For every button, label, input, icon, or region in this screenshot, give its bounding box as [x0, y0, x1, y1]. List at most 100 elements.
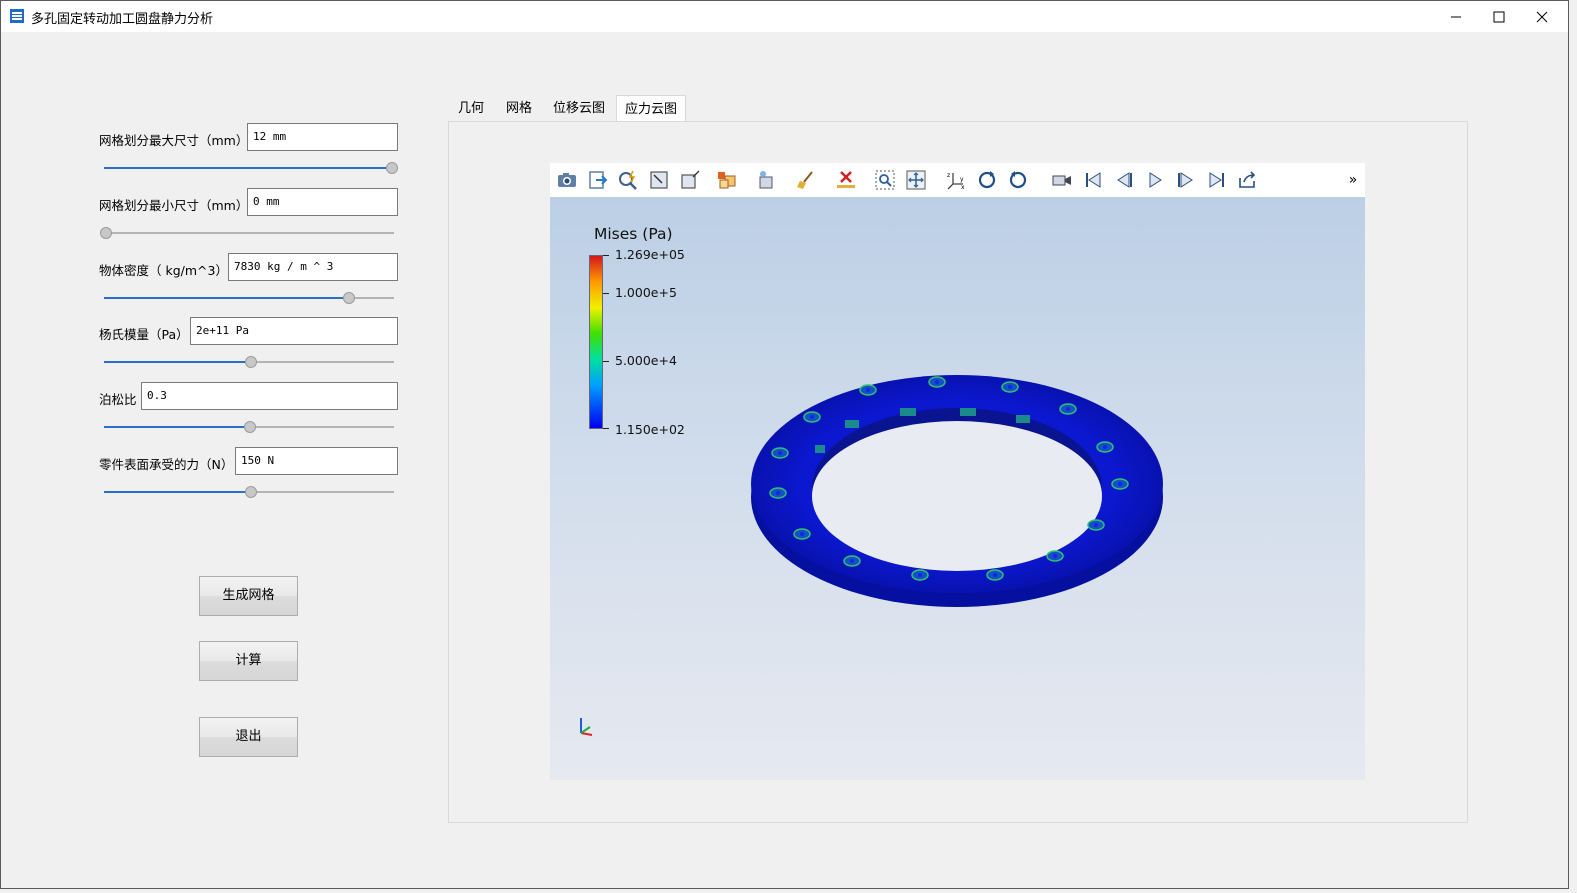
legend-tick [603, 255, 609, 256]
max-mesh-input[interactable]: 12 mm [247, 123, 398, 151]
zoom-box-button[interactable] [646, 168, 672, 192]
query-button[interactable] [615, 168, 641, 192]
slider-fill [104, 361, 250, 363]
query-icon [619, 170, 637, 190]
play-button[interactable] [1142, 168, 1168, 192]
force-input[interactable]: 150 N [235, 447, 398, 475]
force-label: 零件表面承受的力（N） [99, 457, 234, 472]
window-title: 多孔固定转动加工圆盘静力分析 [31, 12, 214, 27]
prev-frame-button[interactable] [1111, 168, 1137, 192]
slider-handle[interactable] [386, 162, 398, 174]
rotate-ccw-icon [978, 171, 996, 189]
axes-orientation-icon: z yx [947, 172, 965, 191]
legend-label-min: 1.150e+02 [615, 422, 685, 437]
max-mesh-slider[interactable] [104, 162, 398, 174]
viewer-toolbar: z yx » [550, 163, 1365, 197]
tab-mesh[interactable]: 网格 [501, 95, 537, 122]
app-window: 多孔固定转动加工圆盘静力分析 网格划分最大尺寸（mm） 12 mm 网格划分最小… [0, 0, 1569, 889]
camera-record-icon [1052, 175, 1071, 186]
minimize-icon [1451, 16, 1461, 17]
split-view-icon [718, 172, 736, 189]
legend-label-max: 1.269e+05 [615, 247, 685, 262]
slider-fill [104, 297, 348, 299]
legend-label-50k: 5.000e+4 [615, 353, 677, 368]
youngs-modulus-label: 杨氏模量（Pa） [99, 327, 189, 342]
title-bar[interactable]: 多孔固定转动加工圆盘静力分析 [1, 1, 1568, 32]
poisson-label: 泊松比 [99, 392, 137, 407]
play-icon [1149, 172, 1162, 188]
density-input[interactable]: 7830 kg / m ^ 3 [228, 253, 398, 281]
camera-button[interactable] [554, 168, 580, 192]
zoom-to-box-icon [875, 170, 895, 190]
representation-button[interactable] [753, 168, 779, 192]
slider-handle[interactable] [245, 486, 257, 498]
next-frame-button[interactable] [1173, 168, 1199, 192]
density-slider[interactable] [104, 292, 394, 304]
clear-icon [797, 171, 813, 189]
first-frame-button[interactable] [1080, 168, 1106, 192]
density-label: 物体密度（ kg/m^3） [99, 263, 228, 278]
maximize-button[interactable] [1476, 1, 1522, 32]
export-icon [589, 171, 608, 189]
tab-geometry[interactable]: 几何 [453, 95, 489, 122]
next-frame-icon [1178, 172, 1193, 188]
generate-mesh-button[interactable]: 生成网格 [199, 576, 298, 616]
close-button[interactable] [1519, 1, 1565, 32]
force-slider[interactable] [104, 486, 394, 498]
loop-icon [1239, 171, 1256, 188]
svg-text:x: x [961, 184, 965, 191]
slider-handle[interactable] [244, 421, 256, 433]
tab-stress[interactable]: 应力云图 [616, 95, 686, 122]
more-button[interactable]: » [1345, 168, 1361, 192]
svg-text:y: y [960, 176, 964, 183]
compute-button[interactable]: 计算 [199, 641, 298, 681]
last-frame-button[interactable] [1204, 168, 1230, 192]
legend-tick [603, 293, 609, 294]
legend-tick [603, 361, 609, 362]
poisson-input[interactable]: 0.3 [141, 382, 398, 410]
svg-text:z: z [947, 172, 950, 179]
first-frame-icon [1086, 172, 1101, 188]
rotate-cw-button[interactable] [1005, 168, 1031, 192]
export-button[interactable] [585, 168, 611, 192]
app-icon [10, 9, 24, 23]
exit-button[interactable]: 退出 [199, 717, 298, 757]
slider-handle[interactable] [100, 227, 112, 239]
legend-label-100k: 1.000e+5 [615, 285, 677, 300]
legend-tick [603, 428, 609, 429]
zoom-box-icon [650, 171, 668, 189]
reset-camera-button[interactable] [903, 168, 929, 192]
split-view-button[interactable] [713, 168, 739, 192]
zoom-to-box-button[interactable] [872, 168, 898, 192]
minimize-button[interactable] [1433, 1, 1479, 32]
axes-orientation-button[interactable]: z yx [943, 168, 969, 192]
reset-view-icon [681, 170, 700, 189]
camera-record-button[interactable] [1049, 168, 1075, 192]
stress-disc-render [751, 375, 1163, 607]
render-viewer: z yx » Mises (Pa) 1.269e+05 1.000e+5 5.00… [550, 163, 1365, 780]
rotate-ccw-button[interactable] [974, 168, 1000, 192]
min-mesh-label: 网格划分最小尺寸（mm） [99, 198, 249, 213]
render-area[interactable]: Mises (Pa) 1.269e+05 1.000e+5 5.000e+4 1… [550, 197, 1365, 780]
close-icon [1536, 11, 1548, 22]
youngs-modulus-slider[interactable] [104, 356, 394, 368]
delete-button[interactable] [833, 168, 859, 192]
slider-handle[interactable] [245, 356, 257, 368]
reset-view-button[interactable] [677, 168, 703, 192]
slider-handle[interactable] [343, 292, 355, 304]
youngs-modulus-input[interactable]: 2e+11 Pa [190, 317, 398, 345]
poisson-slider[interactable] [104, 421, 394, 433]
representation-icon [759, 171, 773, 189]
min-mesh-slider[interactable] [100, 227, 394, 239]
maximize-icon [1493, 11, 1505, 22]
clear-button[interactable] [793, 168, 819, 192]
min-mesh-input[interactable]: 0 mm [247, 188, 398, 216]
last-frame-icon [1209, 172, 1224, 188]
delete-icon [837, 171, 855, 188]
legend-title: Mises (Pa) [594, 225, 673, 243]
slider-groove [104, 232, 394, 234]
max-mesh-label: 网格划分最大尺寸（mm） [99, 133, 249, 148]
slider-fill [104, 491, 250, 493]
tab-displacement[interactable]: 位移云图 [549, 95, 609, 122]
loop-button[interactable] [1235, 168, 1261, 192]
